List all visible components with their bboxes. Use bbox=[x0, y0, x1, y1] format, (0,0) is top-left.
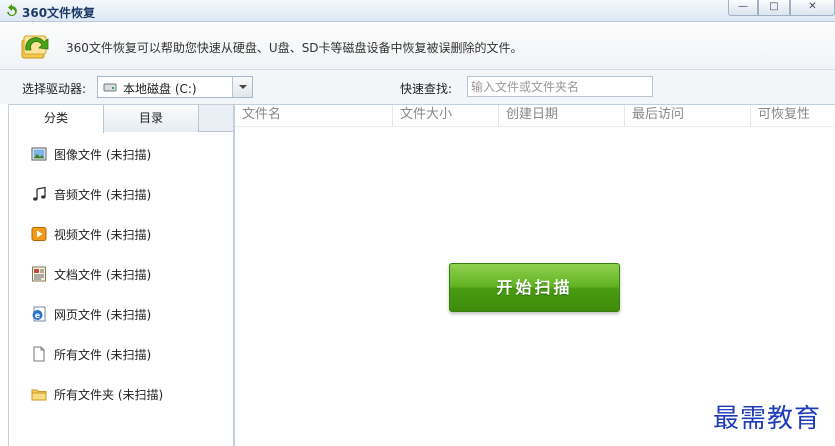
category-label: 网页文件 (未扫描) bbox=[54, 308, 152, 322]
category-label: 音频文件 (未扫描) bbox=[54, 188, 152, 202]
drive-label: 选择驱动器: bbox=[22, 82, 87, 96]
image-icon bbox=[31, 147, 47, 161]
search-input[interactable] bbox=[467, 76, 653, 97]
category-item-all-files[interactable]: 所有文件 (未扫描) bbox=[31, 344, 221, 364]
category-item-all-folders[interactable]: 所有文件夹 (未扫描) bbox=[31, 384, 221, 404]
video-icon bbox=[31, 227, 47, 241]
app-recovery-icon bbox=[7, 4, 17, 16]
category-item-documents[interactable]: 文档文件 (未扫描) bbox=[31, 264, 221, 284]
category-label: 视频文件 (未扫描) bbox=[54, 228, 152, 242]
chevron-down-icon[interactable] bbox=[232, 77, 252, 97]
category-item-audio[interactable]: 音频文件 (未扫描) bbox=[31, 184, 221, 204]
file-list-header: 文件名 文件大小 创建日期 最后访问 可恢复性 bbox=[235, 105, 835, 127]
tab-directory[interactable]: 目录 bbox=[104, 105, 199, 132]
column-header-created-date[interactable]: 创建日期 bbox=[499, 105, 625, 127]
category-label: 图像文件 (未扫描) bbox=[54, 148, 152, 162]
category-pane: 分类 目录 图像文件 (未扫描) 音频文件 (未扫描) 视频文件 (未扫描) 文… bbox=[8, 104, 234, 446]
search-label: 快速查找: bbox=[400, 82, 453, 96]
info-banner: 360文件恢复可以帮助您快速从硬盘、U盘、SD卡等磁盘设备中恢复被误删除的文件。 bbox=[0, 22, 835, 70]
web-page-icon: e bbox=[32, 306, 46, 322]
watermark-text: 最需教育 bbox=[713, 404, 822, 434]
window-title: 360文件恢复 bbox=[22, 6, 96, 20]
column-header-file-size[interactable]: 文件大小 bbox=[393, 105, 499, 127]
maximize-button[interactable]: □ bbox=[758, 0, 790, 16]
hard-disk-icon bbox=[103, 83, 117, 92]
title-bar: 360文件恢复 — □ ✕ bbox=[0, 0, 835, 22]
column-header-recoverability[interactable]: 可恢复性 bbox=[751, 105, 835, 127]
minimize-button[interactable]: — bbox=[728, 0, 758, 16]
tab-category[interactable]: 分类 bbox=[9, 105, 104, 133]
tab-bar: 分类 目录 bbox=[9, 105, 233, 133]
category-label: 所有文件 (未扫描) bbox=[54, 348, 152, 362]
music-note-icon bbox=[33, 186, 46, 201]
start-scan-button[interactable]: 开始扫描 bbox=[449, 263, 620, 312]
category-item-images[interactable]: 图像文件 (未扫描) bbox=[31, 144, 221, 164]
drive-select-value: 本地磁盘 (C:) bbox=[123, 82, 197, 96]
category-item-video[interactable]: 视频文件 (未扫描) bbox=[31, 224, 221, 244]
drive-select[interactable]: 本地磁盘 (C:) bbox=[97, 76, 253, 98]
column-header-last-access[interactable]: 最后访问 bbox=[625, 105, 751, 127]
banner-text: 360文件恢复可以帮助您快速从硬盘、U盘、SD卡等磁盘设备中恢复被误删除的文件。 bbox=[66, 41, 523, 55]
recovery-logo-icon bbox=[21, 35, 49, 59]
category-label: 所有文件夹 (未扫描) bbox=[54, 388, 164, 402]
document-icon bbox=[32, 266, 46, 282]
column-header-file-name[interactable]: 文件名 bbox=[235, 105, 393, 127]
svg-text:e: e bbox=[35, 311, 41, 320]
toolbar: 选择驱动器: 本地磁盘 (C:) 快速查找: bbox=[0, 70, 835, 104]
category-label: 文档文件 (未扫描) bbox=[54, 268, 152, 282]
close-button[interactable]: ✕ bbox=[790, 0, 835, 16]
folder-icon bbox=[31, 389, 47, 401]
file-list-pane: 文件名 文件大小 创建日期 最后访问 可恢复性 开始扫描 bbox=[234, 104, 835, 446]
category-item-web-pages[interactable]: e 网页文件 (未扫描) bbox=[31, 304, 221, 324]
blank-file-icon bbox=[33, 346, 45, 362]
